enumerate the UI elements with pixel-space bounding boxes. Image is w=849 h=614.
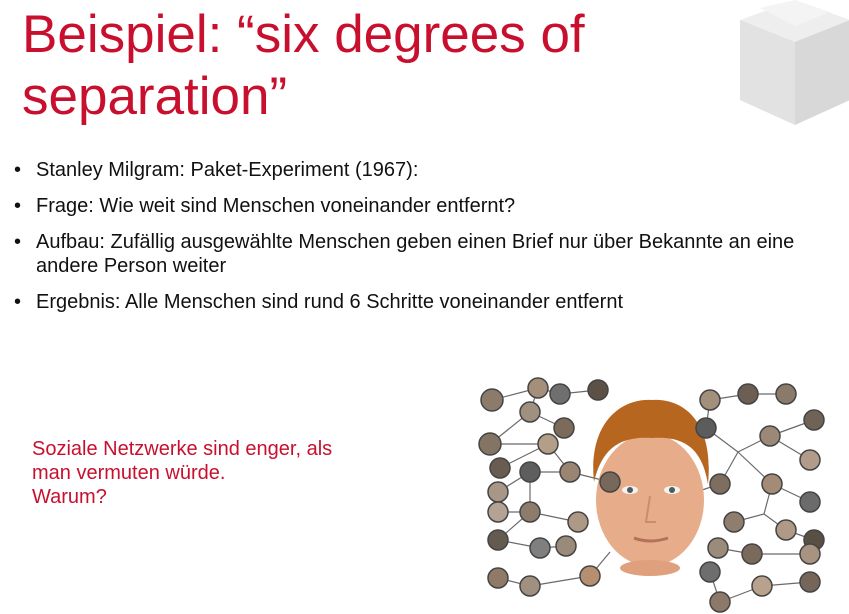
bullet-item: • Ergebnis: Alle Menschen sind rund 6 Sch… bbox=[14, 290, 839, 314]
bullet-text: Stanley Milgram: Paket-Experiment (1967)… bbox=[36, 159, 419, 181]
bullet-item: • Stanley Milgram: Paket-Experiment (1967… bbox=[14, 158, 839, 182]
slide-title-line1: Beispiel: “six degrees of bbox=[22, 5, 585, 64]
callout-line: man vermuten würde. bbox=[32, 462, 226, 484]
cube-logo-icon bbox=[740, 0, 849, 125]
bullet-dot-icon: • bbox=[14, 231, 22, 253]
bullet-dot-icon: • bbox=[14, 159, 22, 181]
callout-line: Warum? bbox=[32, 486, 107, 508]
bullet-item: • Frage: Wie weit sind Menschen voneinand… bbox=[14, 194, 839, 218]
bullet-dot-icon: • bbox=[14, 195, 22, 217]
callout-text: Soziale Netzwerke sind enger, als man ve… bbox=[32, 437, 412, 509]
bullet-text: Ergebnis: Alle Menschen sind rund 6 Schr… bbox=[36, 291, 624, 313]
slide-title: Beispiel: “six degrees of separation” bbox=[22, 4, 682, 128]
bullet-dot-icon: • bbox=[14, 291, 22, 313]
six-degrees-network-image bbox=[478, 377, 825, 613]
bullet-text: Frage: Wie weit sind Menschen voneinande… bbox=[36, 195, 516, 217]
bullet-text: Aufbau: Zufällig ausgewählte Menschen ge… bbox=[36, 231, 795, 277]
bullet-list: • Stanley Milgram: Paket-Experiment (1967… bbox=[14, 158, 839, 326]
bullet-item: • Aufbau: Zufällig ausgewählte Menschen g… bbox=[14, 230, 839, 278]
callout-line: Soziale Netzwerke sind enger, als bbox=[32, 438, 333, 460]
slide-title-line2: separation” bbox=[22, 67, 288, 126]
